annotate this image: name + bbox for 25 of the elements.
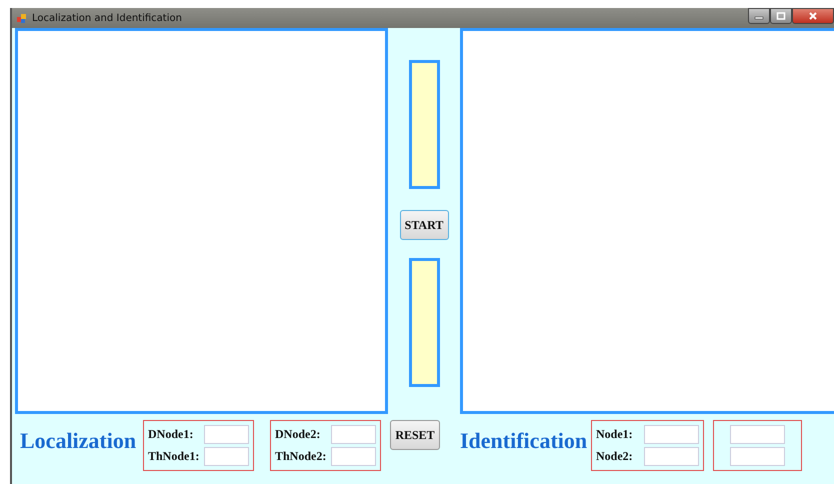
section-heading: Localization [20,428,138,454]
section-heading: Identification [460,428,588,454]
app-icon [16,12,28,24]
start-button[interactable]: START [400,210,448,240]
input-field[interactable] [331,425,376,444]
field-label: DNode2: [275,427,322,442]
maximize-icon [776,12,786,20]
maximize-button[interactable] [770,8,792,24]
field-label: Node1: [596,427,634,442]
input-field[interactable] [730,425,785,444]
field-label: ThNode2: [275,449,327,464]
field-label: ThNode1: [148,449,200,464]
field-label: Node2: [596,449,634,464]
close-icon [808,12,818,20]
input-field[interactable] [204,447,249,466]
reset-button[interactable]: RESET [390,420,440,450]
field-label: DNode1: [148,427,194,442]
minimize-button[interactable] [748,8,770,24]
input-field[interactable] [331,447,376,466]
input-field[interactable] [644,447,699,466]
input-field[interactable] [204,425,249,444]
input-field[interactable] [644,425,699,444]
input-field[interactable] [730,447,785,466]
window-title: Localization and Identification [32,12,182,24]
close-button[interactable] [792,8,834,24]
